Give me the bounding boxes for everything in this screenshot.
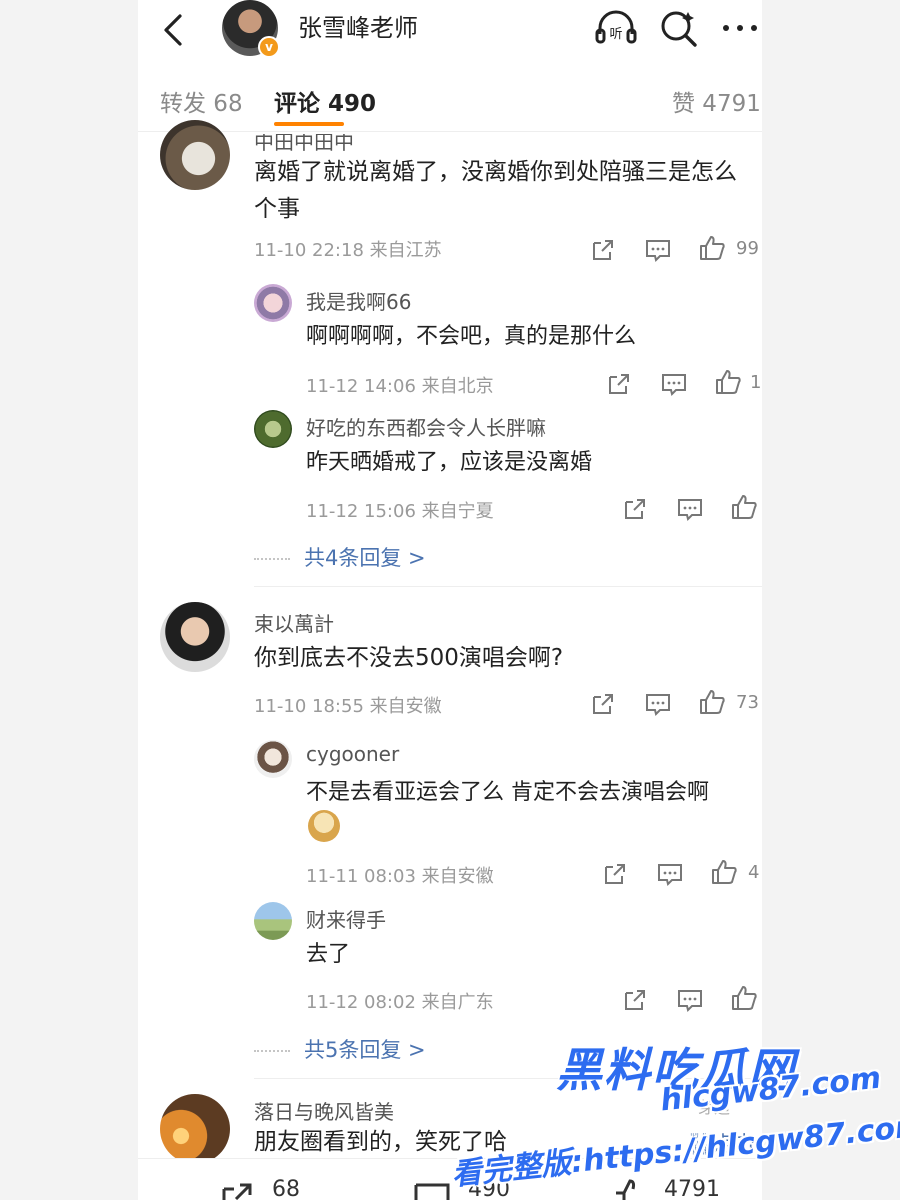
- tab-likes[interactable]: 赞 4791: [672, 84, 761, 118]
- like-icon[interactable]: [710, 858, 738, 886]
- comment-text: 离婚了就说离婚了，没离婚你到处陪骚三是怎么个事: [254, 159, 737, 222]
- dotted-line: [254, 558, 290, 560]
- back-icon[interactable]: [154, 8, 194, 48]
- repost-count: 68: [272, 1177, 300, 1200]
- svg-text:听: 听: [609, 27, 622, 42]
- comment-icon[interactable]: [656, 860, 684, 888]
- reply-text: 昨天晒婚戒了，应该是没离婚: [306, 450, 593, 475]
- reply-meta: 11-11 08:03 来自安徽: [306, 866, 494, 887]
- replier-avatar[interactable]: [254, 410, 292, 448]
- replier-name[interactable]: 好吃的东西都会令人长胖嘛: [306, 412, 546, 441]
- replier-avatar[interactable]: [254, 284, 292, 322]
- like-icon[interactable]: [698, 234, 726, 262]
- divider: [254, 586, 762, 587]
- active-tab-indicator: [274, 122, 344, 126]
- commenter-avatar[interactable]: [160, 602, 230, 672]
- reply-meta: 11-12 08:02 来自广东: [306, 992, 494, 1013]
- top-bar: v 张雪峰老师 听: [138, 0, 762, 62]
- replier-name[interactable]: cygooner: [306, 742, 399, 766]
- like-count: 99: [736, 238, 759, 259]
- share-icon[interactable]: [590, 236, 616, 264]
- author-name[interactable]: 张雪峰老师: [298, 8, 418, 43]
- comment-icon[interactable]: [412, 1181, 452, 1200]
- search-icon[interactable]: [656, 6, 700, 50]
- replier-avatar[interactable]: [254, 902, 292, 940]
- replier-avatar[interactable]: [254, 740, 292, 778]
- like-icon[interactable]: [730, 984, 758, 1012]
- like-icon[interactable]: [698, 688, 726, 716]
- reply-meta: 11-12 14:06 来自北京: [306, 376, 494, 397]
- like-icon[interactable]: [612, 1177, 652, 1200]
- tab-bar: 转发 68 评论 490 赞 4791: [138, 72, 762, 132]
- comment-icon[interactable]: [644, 236, 672, 264]
- like-count: 1: [750, 372, 762, 393]
- like-count: 4: [748, 862, 760, 883]
- like-icon[interactable]: [730, 493, 758, 521]
- share-icon[interactable]: [622, 986, 648, 1014]
- share-icon[interactable]: [602, 860, 628, 888]
- reply-text: 啊啊啊啊，不会吧，真的是那什么: [306, 324, 637, 349]
- comment-meta: 11-10 18:55 来自安徽: [254, 696, 442, 717]
- comment-text: 你到底去不没去500演唱会啊?: [254, 645, 564, 671]
- dotted-line: [254, 1050, 290, 1052]
- comment-icon[interactable]: [660, 370, 688, 398]
- like-count: 73: [736, 692, 759, 713]
- repost-icon[interactable]: [218, 1179, 258, 1200]
- reply-text: 去了: [306, 942, 351, 967]
- tab-repost[interactable]: 转发 68: [160, 84, 243, 118]
- more-icon[interactable]: [718, 6, 762, 50]
- view-replies-label: 共5条回复 >: [304, 1038, 426, 1062]
- comment-icon[interactable]: [644, 690, 672, 718]
- commenter-avatar[interactable]: [160, 120, 230, 190]
- comment-icon[interactable]: [676, 986, 704, 1014]
- like-icon[interactable]: [714, 368, 742, 396]
- commenter-name[interactable]: 束以萬計: [254, 608, 334, 637]
- replier-name[interactable]: 我是我啊66: [306, 286, 411, 315]
- commenter-name[interactable]: 落日与晚风皆美: [254, 1096, 394, 1125]
- doge-emoji: [308, 810, 340, 842]
- share-icon[interactable]: [606, 370, 632, 398]
- reply-meta: 11-12 15:06 来自宁夏: [306, 501, 494, 522]
- share-icon[interactable]: [590, 690, 616, 718]
- view-replies-link[interactable]: 共5条回复 >: [254, 1034, 426, 1064]
- comment-icon[interactable]: [676, 495, 704, 523]
- comment-meta: 11-10 22:18 来自江苏: [254, 240, 442, 261]
- view-replies-label: 共4条回复 >: [304, 546, 426, 570]
- commenter-avatar[interactable]: [160, 1094, 230, 1164]
- share-icon[interactable]: [622, 495, 648, 523]
- app-screen: v 张雪峰老师 听 转发 68 评论 490 赞 4791 中田中田中 离婚了就…: [138, 0, 762, 1200]
- verified-badge: v: [258, 36, 280, 58]
- listen-icon[interactable]: 听: [594, 6, 638, 50]
- replier-name[interactable]: 财来得手: [306, 904, 386, 933]
- tab-comments[interactable]: 评论 490: [274, 84, 376, 118]
- view-replies-link[interactable]: 共4条回复 >: [254, 542, 426, 572]
- reply-text: 不是去看亚运会了么 肯定不会去演唱会啊: [306, 780, 709, 805]
- like-count: 4791: [664, 1177, 720, 1200]
